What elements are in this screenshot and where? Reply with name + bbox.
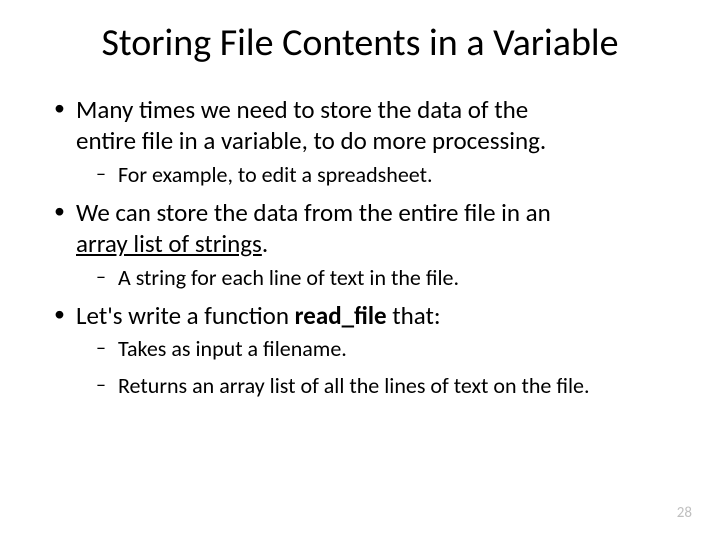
bullet-2-underline: array list of strings bbox=[76, 228, 262, 259]
slide-content: Many times we need to store the data of … bbox=[40, 94, 680, 401]
slide-title: Storing File Contents in a Variable bbox=[40, 20, 680, 66]
bullet-1-line2: entire file in a variable, to do more pr… bbox=[76, 125, 546, 156]
bullet-1-sub-1: For example, to edit a spreadsheet. bbox=[48, 161, 680, 190]
bullet-3-prefix: Let's write a function bbox=[76, 300, 295, 331]
bullet-3-bold: read_file bbox=[295, 300, 387, 331]
bullet-1-line1: Many times we need to store the data of … bbox=[76, 94, 528, 125]
bullet-2-tail: . bbox=[262, 228, 268, 259]
bullet-3-suffix: that: bbox=[387, 300, 441, 331]
bullet-3-sub-2: Returns an array list of all the lines o… bbox=[48, 372, 680, 401]
slide: Storing File Contents in a Variable Many… bbox=[0, 0, 720, 540]
bullet-3: Let's write a function read_file that: bbox=[48, 300, 680, 331]
bullet-2-line1: We can store the data from the entire fi… bbox=[76, 197, 551, 228]
bullet-3-sub-1: Takes as input a filename. bbox=[48, 335, 680, 364]
bullet-2-sub-1: A string for each line of text in the fi… bbox=[48, 264, 680, 293]
page-number: 28 bbox=[677, 504, 692, 522]
bullet-list: Many times we need to store the data of … bbox=[48, 94, 680, 401]
bullet-1: Many times we need to store the data of … bbox=[48, 94, 680, 157]
bullet-2: We can store the data from the entire fi… bbox=[48, 197, 680, 260]
